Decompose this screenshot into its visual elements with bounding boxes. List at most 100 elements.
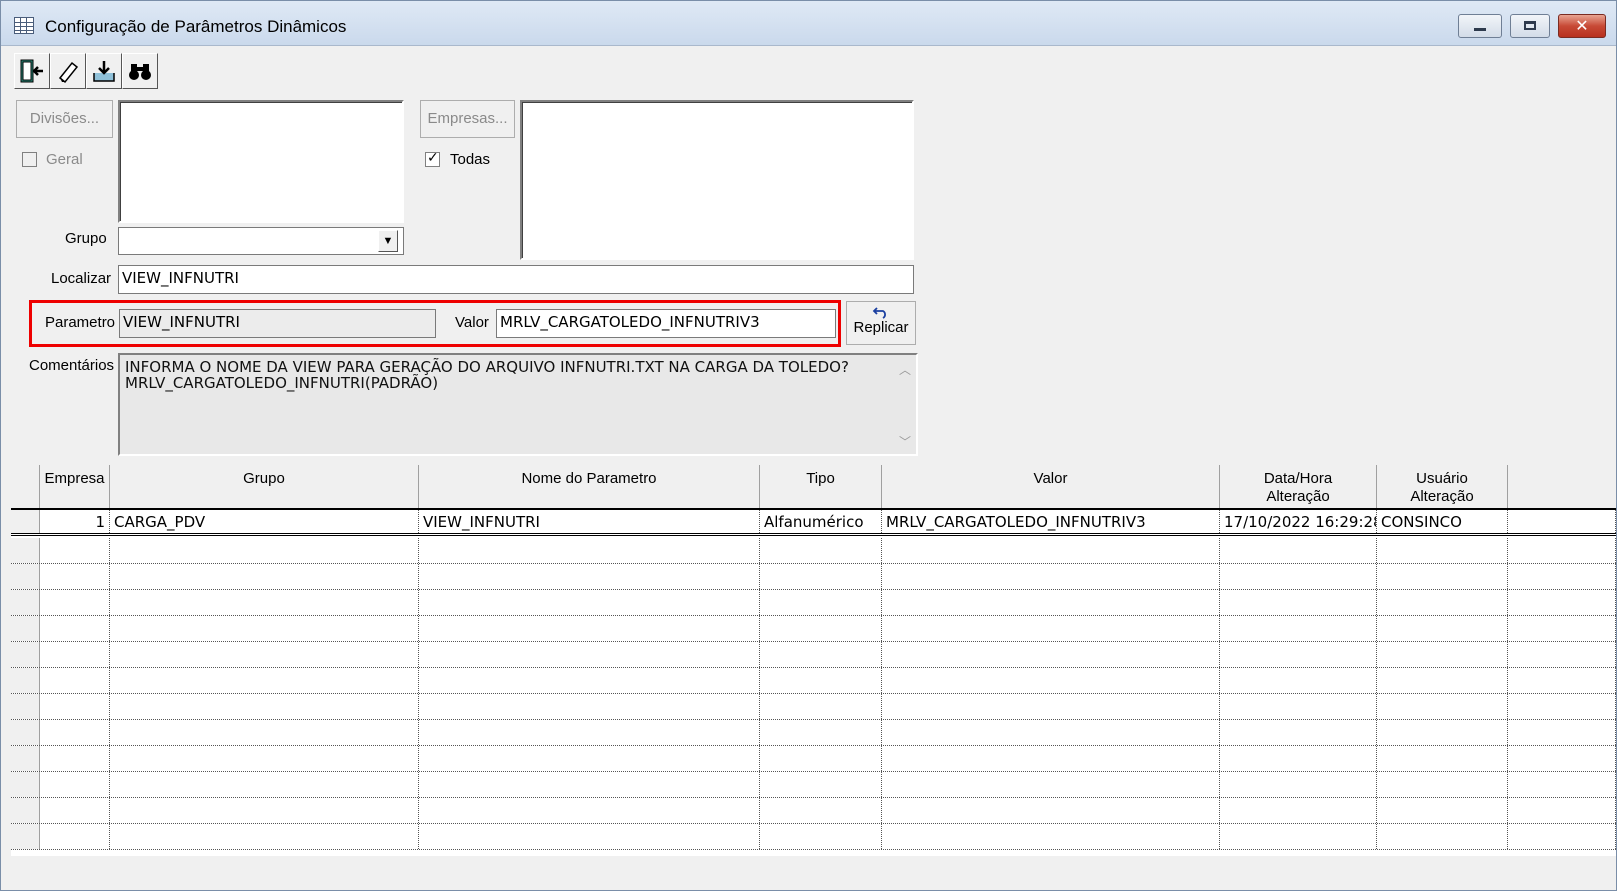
cell-valor[interactable] [882,538,1220,563]
cell-data[interactable]: 17/10/2022 16:29:28 [1220,510,1377,533]
cell-data[interactable] [1220,590,1377,615]
cell-filler[interactable] [1508,668,1616,693]
cell-usuario[interactable] [1377,694,1508,719]
cell-empresa[interactable] [40,642,110,667]
table-row[interactable]: 1 CARGA_PDV VIEW_INFNUTRI Alfanumérico MRLV_… [11,510,1616,536]
cell-data[interactable] [1220,668,1377,693]
cell-nome[interactable] [419,694,760,719]
row-indicator[interactable] [11,720,40,745]
cell-tipo[interactable] [760,746,882,771]
eraser-button[interactable] [50,53,86,89]
minimize-button[interactable] [1458,14,1502,38]
cell-filler[interactable] [1508,590,1616,615]
table-row[interactable] [11,798,1616,824]
cell-grupo[interactable] [110,694,419,719]
grupo-dropdown[interactable] [118,227,404,255]
cell-empresa[interactable] [40,798,110,823]
cell-filler[interactable] [1508,616,1616,641]
table-row[interactable] [11,720,1616,746]
row-indicator[interactable] [11,510,40,533]
row-indicator[interactable] [11,616,40,641]
row-indicator[interactable] [11,746,40,771]
cell-nome[interactable] [419,824,760,849]
cell-grupo[interactable] [110,590,419,615]
cell-usuario[interactable] [1377,772,1508,797]
cell-valor[interactable] [882,824,1220,849]
cell-nome[interactable] [419,720,760,745]
cell-data[interactable] [1220,824,1377,849]
empresas-list[interactable] [520,100,914,260]
cell-usuario[interactable] [1377,824,1508,849]
column-header-empresa[interactable]: Empresa [40,465,110,508]
cell-nome[interactable] [419,616,760,641]
cell-empresa[interactable] [40,694,110,719]
cell-grupo[interactable] [110,642,419,667]
close-button[interactable]: ✕ [1558,14,1606,38]
todas-checkbox[interactable]: ✓ [425,150,440,167]
cell-data[interactable] [1220,746,1377,771]
cell-data[interactable] [1220,694,1377,719]
cell-usuario[interactable] [1377,538,1508,563]
save-button[interactable] [86,53,122,89]
row-indicator[interactable] [11,798,40,823]
cell-usuario[interactable] [1377,642,1508,667]
maximize-button[interactable] [1510,14,1550,38]
cell-usuario[interactable]: CONSINCO [1377,510,1508,533]
table-row[interactable] [11,772,1616,798]
table-row[interactable] [11,590,1616,616]
cell-valor[interactable] [882,642,1220,667]
cell-filler[interactable] [1508,538,1616,563]
cell-tipo[interactable]: Alfanumérico [760,510,882,533]
cell-empresa[interactable] [40,824,110,849]
cell-tipo[interactable] [760,590,882,615]
cell-empresa[interactable] [40,772,110,797]
geral-checkbox[interactable] [22,152,37,167]
cell-empresa[interactable] [40,616,110,641]
cell-nome[interactable] [419,746,760,771]
cell-valor[interactable] [882,564,1220,589]
row-indicator[interactable] [11,668,40,693]
cell-valor[interactable] [882,772,1220,797]
cell-grupo[interactable] [110,564,419,589]
table-row[interactable] [11,564,1616,590]
cell-empresa[interactable] [40,590,110,615]
cell-grupo[interactable] [110,538,419,563]
replicar-button[interactable]: Replicar [846,301,916,345]
cell-valor[interactable]: MRLV_CARGATOLEDO_INFNUTRIV3 [882,510,1220,533]
cell-valor[interactable] [882,668,1220,693]
table-row[interactable] [11,824,1616,850]
cell-valor[interactable] [882,798,1220,823]
column-header-nome[interactable]: Nome do Parametro [419,465,760,508]
cell-data[interactable] [1220,642,1377,667]
cell-filler[interactable] [1508,720,1616,745]
cell-usuario[interactable] [1377,798,1508,823]
cell-tipo[interactable] [760,824,882,849]
cell-data[interactable] [1220,798,1377,823]
cell-usuario[interactable] [1377,564,1508,589]
empresas-button[interactable]: Empresas... [420,100,515,138]
cell-data[interactable] [1220,720,1377,745]
cell-grupo[interactable] [110,668,419,693]
row-indicator[interactable] [11,824,40,849]
cell-empresa[interactable] [40,668,110,693]
chevron-down-icon[interactable]: ▼ [378,230,398,252]
cell-grupo[interactable]: CARGA_PDV [110,510,419,533]
title-bar[interactable]: Configuração de Parâmetros Dinâmicos ✕ [1,1,1616,46]
cell-data[interactable] [1220,538,1377,563]
localizar-input[interactable]: VIEW_INFNUTRI [118,265,914,294]
scroll-up-icon[interactable]: ︿ [899,361,911,378]
cell-tipo[interactable] [760,798,882,823]
column-header-tipo[interactable]: Tipo [760,465,882,508]
cell-tipo[interactable] [760,694,882,719]
cell-grupo[interactable] [110,746,419,771]
column-header-grupo[interactable]: Grupo [110,465,419,508]
parametro-field[interactable]: VIEW_INFNUTRI [119,309,436,338]
cell-filler[interactable] [1508,564,1616,589]
cell-filler[interactable] [1508,772,1616,797]
exit-button[interactable] [14,53,50,89]
search-button[interactable] [122,53,158,89]
cell-tipo[interactable] [760,642,882,667]
cell-tipo[interactable] [760,772,882,797]
cell-grupo[interactable] [110,616,419,641]
cell-nome[interactable] [419,538,760,563]
